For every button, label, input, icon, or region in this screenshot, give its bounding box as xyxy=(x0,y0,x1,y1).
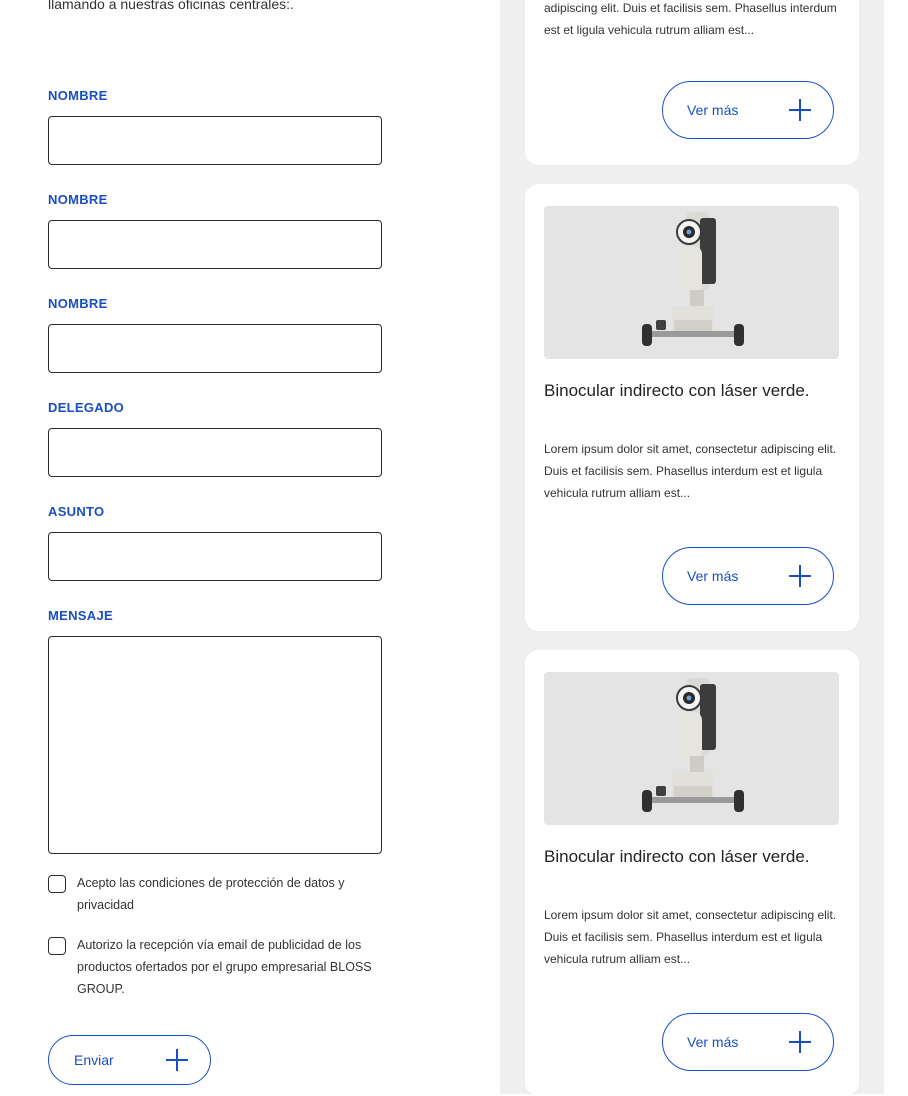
plus-icon xyxy=(789,99,811,121)
plus-icon xyxy=(166,1049,188,1071)
product-image xyxy=(544,672,839,825)
submit-button[interactable]: Enviar xyxy=(48,1035,211,1085)
nombre-input-2[interactable] xyxy=(48,220,382,269)
card-title: Binocular indirecto con láser verde. xyxy=(544,381,810,400)
form-intro-text: llamando a nuestras oficinas centrales:. xyxy=(48,0,294,12)
consent-marketing-row[interactable]: Autorizo la recepción vía email de publi… xyxy=(48,937,388,1000)
nombre-input-1[interactable] xyxy=(48,116,382,165)
consent-privacy-label: Acepto las condiciones de protección de … xyxy=(77,876,345,912)
field-label-nombre-3: NOMBRE xyxy=(48,296,108,311)
field-label-mensaje: MENSAJE xyxy=(48,608,113,623)
ophthalmic-device-image xyxy=(642,212,744,346)
ver-mas-button-1[interactable]: Ver más xyxy=(662,81,834,139)
asunto-input[interactable] xyxy=(48,532,382,581)
consent-privacy-row[interactable]: Acepto las condiciones de protección de … xyxy=(48,875,388,916)
nombre-input-3[interactable] xyxy=(48,324,382,373)
product-card-2: Binocular indirecto con láser verde. Lor… xyxy=(525,184,859,631)
field-label-delegado: DELEGADO xyxy=(48,400,125,415)
product-image xyxy=(544,206,839,359)
card-title: Binocular indirecto con láser verde. xyxy=(544,847,810,866)
field-label-asunto: ASUNTO xyxy=(48,504,105,519)
product-card-3: Binocular indirecto con láser verde. Lor… xyxy=(525,650,859,1096)
plus-icon xyxy=(789,1031,811,1053)
ver-mas-button-3[interactable]: Ver más xyxy=(662,1013,834,1071)
delegado-input[interactable] xyxy=(48,428,382,477)
ver-mas-button-2[interactable]: Ver más xyxy=(662,547,834,605)
ver-mas-label: Ver más xyxy=(687,1034,739,1050)
consent-privacy-checkbox[interactable] xyxy=(48,875,66,893)
submit-button-label: Enviar xyxy=(74,1052,114,1068)
ver-mas-label: Ver más xyxy=(687,568,739,584)
mensaje-textarea[interactable] xyxy=(48,636,382,854)
consent-marketing-label: Autorizo la recepción vía email de publi… xyxy=(77,938,372,996)
ver-mas-label: Ver más xyxy=(687,102,739,118)
consent-marketing-checkbox[interactable] xyxy=(48,937,66,955)
field-label-nombre-1: NOMBRE xyxy=(48,88,108,103)
card-description: adipiscing elit. Duis et facilisis sem. … xyxy=(544,1,837,37)
product-card-1: adipiscing elit. Duis et facilisis sem. … xyxy=(525,0,859,165)
ophthalmic-device-image xyxy=(642,678,744,812)
card-description: Lorem ipsum dolor sit amet, consectetur … xyxy=(544,442,837,500)
card-description: Lorem ipsum dolor sit amet, consectetur … xyxy=(544,908,837,966)
field-label-nombre-2: NOMBRE xyxy=(48,192,108,207)
plus-icon xyxy=(789,565,811,587)
